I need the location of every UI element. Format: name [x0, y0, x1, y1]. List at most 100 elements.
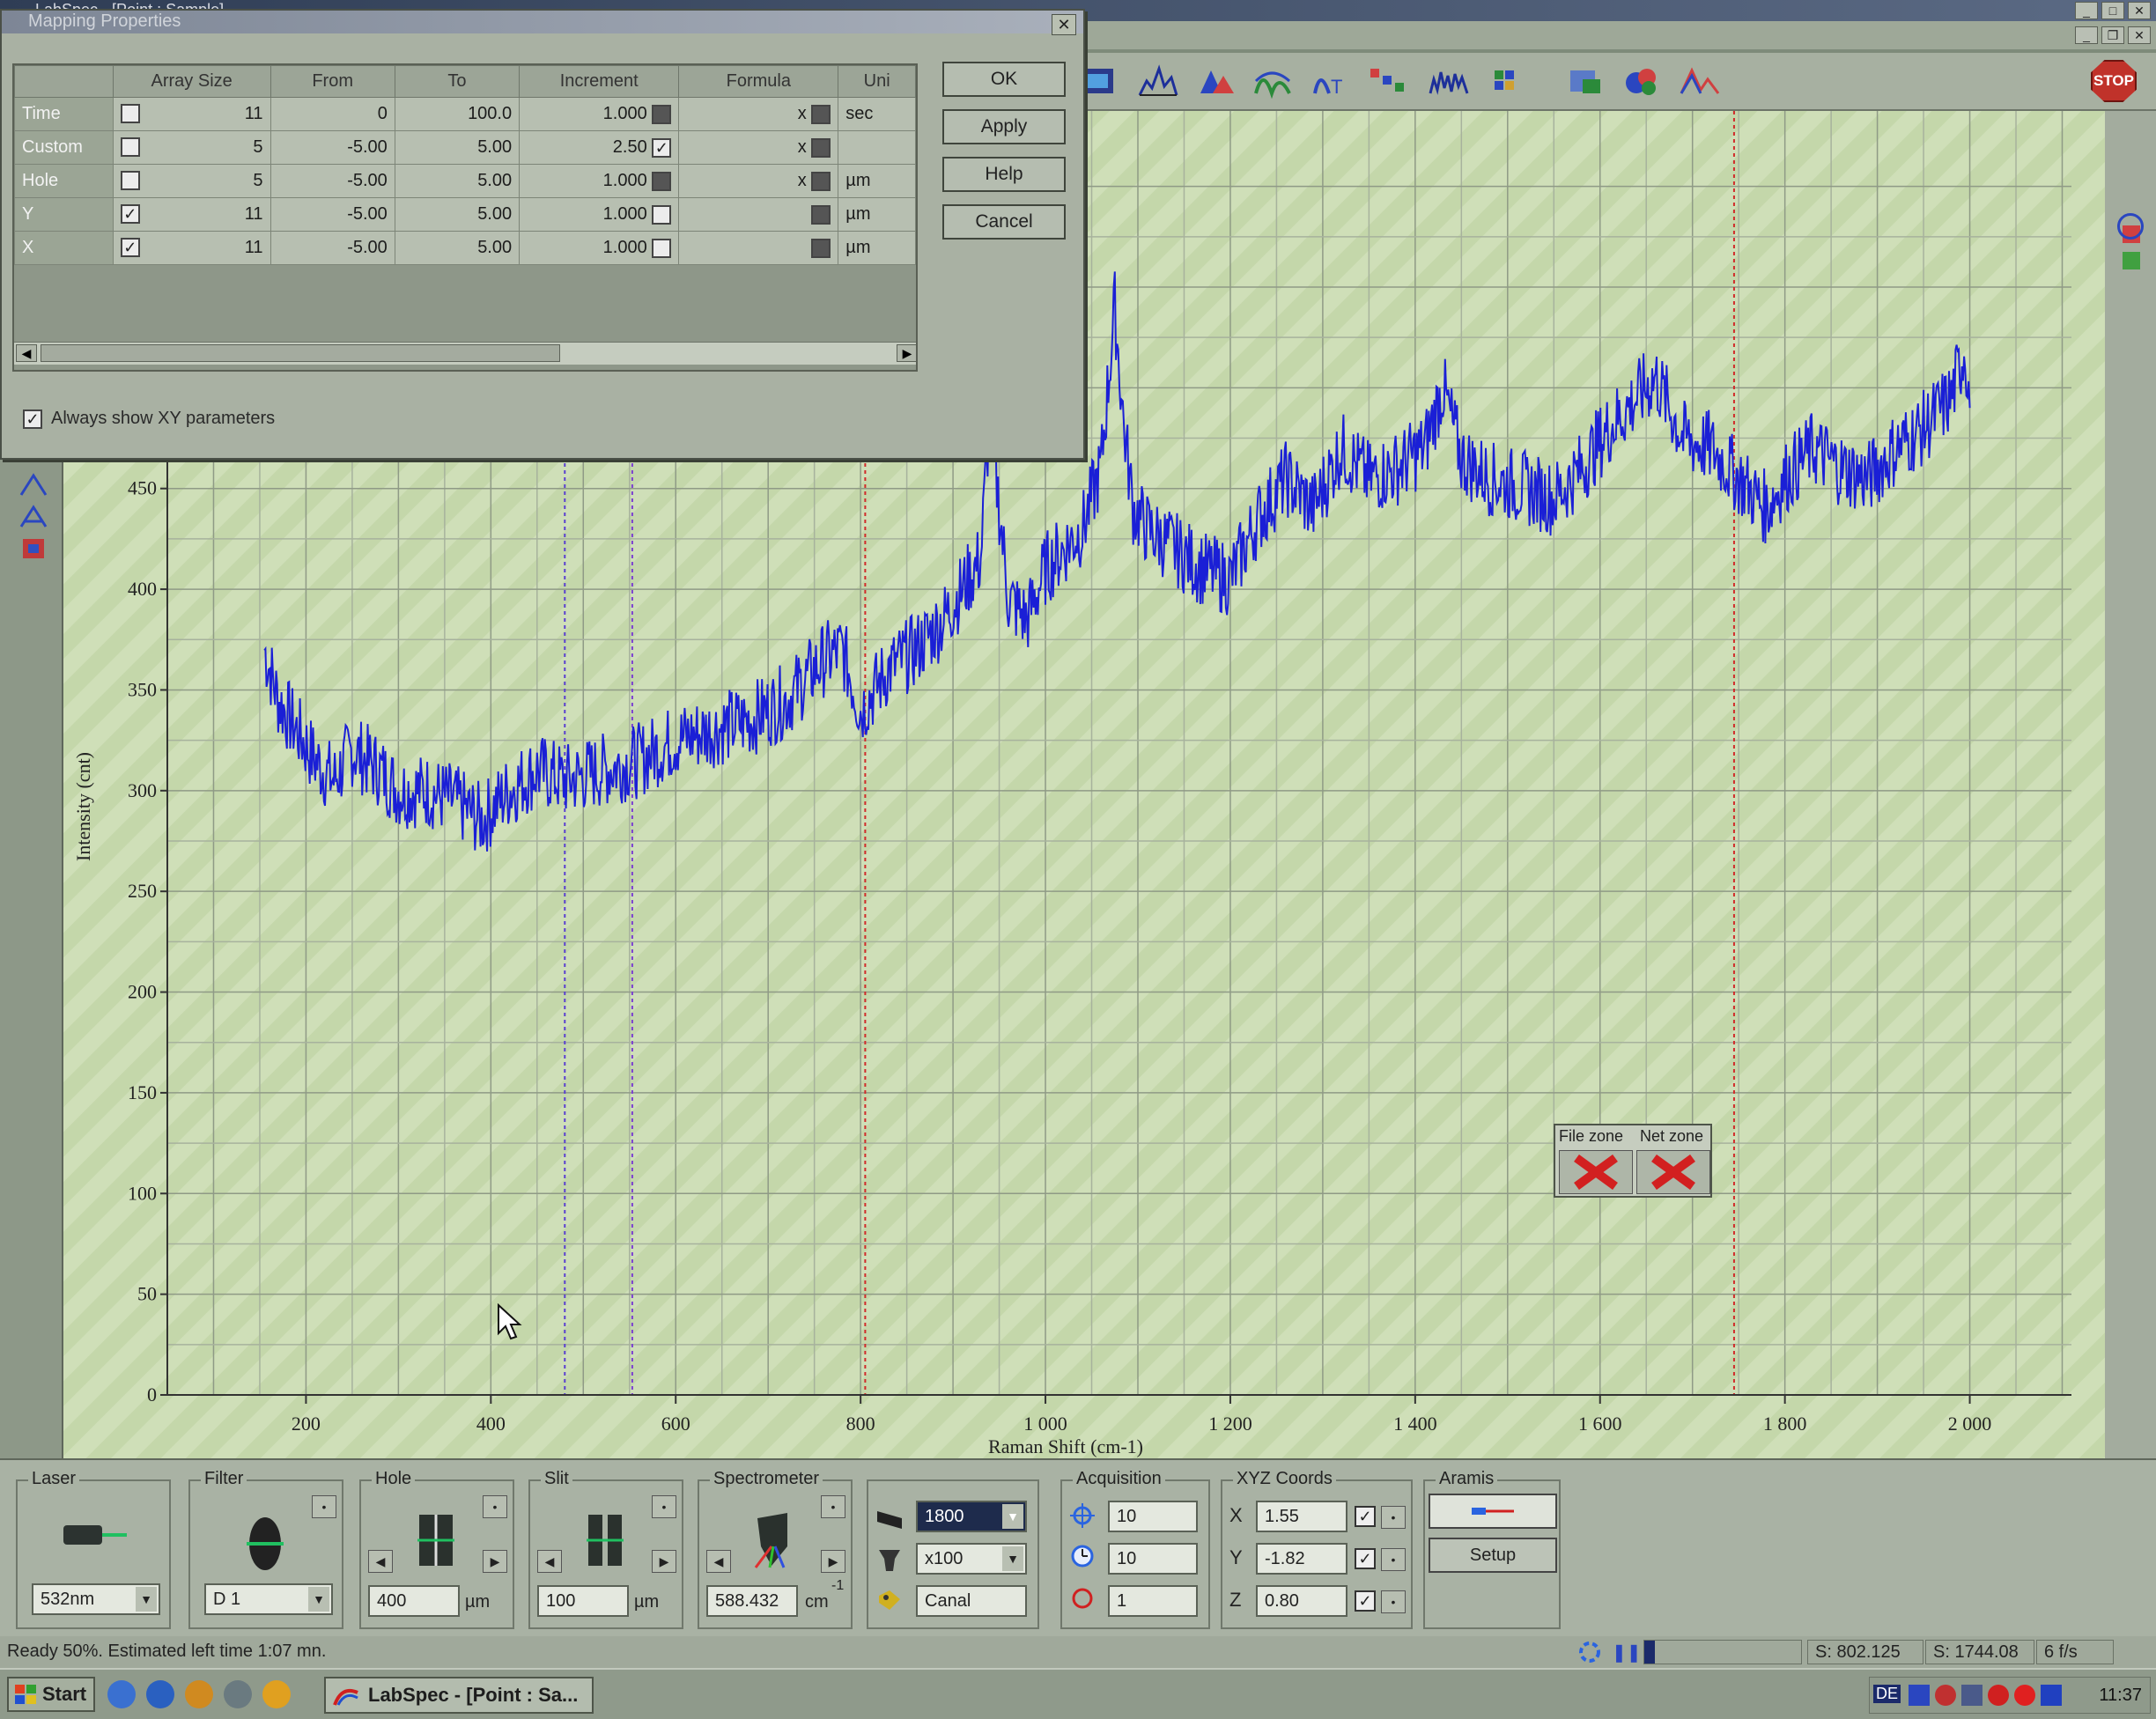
region-select-icon[interactable]	[19, 535, 48, 562]
filter-select[interactable]: D 1 ▼	[204, 1583, 333, 1615]
alert-tray-icon[interactable]	[2014, 1685, 2035, 1706]
media-player-icon[interactable]	[262, 1680, 291, 1708]
ok-button[interactable]: OK	[942, 62, 1066, 97]
z-coord-input[interactable]: 0.80	[1256, 1585, 1348, 1617]
increment-checkbox[interactable]	[652, 204, 672, 225]
formula-checkbox[interactable]	[811, 104, 831, 124]
spectrometer-increase-button[interactable]: ▶	[821, 1550, 845, 1573]
y-coord-settings-button[interactable]: •	[1381, 1548, 1406, 1571]
unit-cell[interactable]	[838, 130, 916, 165]
stop-button[interactable]: STOP	[2091, 60, 2137, 102]
mapping-row-time[interactable]: Time 11 0 100.0 1.000 x sec	[14, 97, 916, 131]
increment-checkbox[interactable]	[652, 104, 672, 124]
file-zone-button[interactable]	[1559, 1150, 1633, 1194]
desktop-icon[interactable]	[146, 1680, 174, 1708]
row-enable-checkbox[interactable]	[120, 171, 140, 190]
y-coord-checkbox[interactable]: ✓	[1355, 1548, 1376, 1569]
taskbar-labspec-item[interactable]: LabSpec - [Point : Sa...	[324, 1677, 594, 1714]
scroll-right-button[interactable]: ▶	[897, 344, 916, 362]
network-tray-icon[interactable]	[1909, 1685, 1930, 1706]
x-coord-checkbox[interactable]: ✓	[1355, 1506, 1376, 1527]
slit-settings-button[interactable]: •	[652, 1495, 676, 1518]
peak-fit-icon[interactable]	[1193, 62, 1237, 100]
close-window-button[interactable]: ✕	[2128, 2, 2151, 19]
increment-checkbox[interactable]	[652, 238, 672, 258]
slit-input[interactable]: 100	[537, 1585, 629, 1617]
hole-decrease-button[interactable]: ◀	[368, 1550, 393, 1573]
multi-peak-icon[interactable]	[1251, 62, 1295, 100]
start-button[interactable]: Start	[7, 1677, 95, 1712]
acquisition-count-input[interactable]: 1	[1108, 1585, 1198, 1617]
cancel-button[interactable]: Cancel	[942, 204, 1066, 240]
zoom-peak-icon[interactable]	[19, 504, 48, 530]
unit-cell[interactable]: µm	[838, 197, 916, 232]
security-tray-icon[interactable]	[1935, 1685, 1956, 1706]
scroll-thumb[interactable]	[41, 344, 560, 362]
objective-select[interactable]: x100 ▼	[916, 1543, 1027, 1575]
acquisition-time-input[interactable]: 10	[1108, 1501, 1198, 1532]
doc-close-button[interactable]: ✕	[2128, 26, 2151, 44]
to-cell[interactable]: 5.00	[394, 197, 521, 232]
noise-icon[interactable]	[1427, 62, 1471, 100]
array-size-cell[interactable]: 11	[245, 104, 263, 123]
scroll-left-button[interactable]: ◀	[16, 344, 37, 362]
pause-icon[interactable]: ❚❚	[1612, 1642, 1642, 1664]
hole-settings-button[interactable]: •	[483, 1495, 507, 1518]
outlook-icon[interactable]	[185, 1680, 213, 1708]
increment-cell[interactable]: 2.50	[613, 137, 647, 157]
spectrum-peak-icon[interactable]	[1136, 62, 1180, 100]
chevron-down-icon[interactable]: ▼	[1002, 1504, 1023, 1529]
to-cell[interactable]: 5.00	[394, 164, 521, 198]
hole-input[interactable]: 400	[368, 1585, 460, 1617]
row-enable-checkbox[interactable]: ✓	[120, 238, 140, 257]
formula-checkbox[interactable]	[811, 238, 831, 258]
acquisition-accum-input[interactable]: 10	[1108, 1543, 1198, 1575]
minimize-button[interactable]: _	[2075, 2, 2098, 19]
x-coord-input[interactable]: 1.55	[1256, 1501, 1348, 1532]
target-icon[interactable]	[2117, 213, 2144, 240]
filter-settings-button[interactable]: •	[312, 1495, 336, 1518]
z-coord-checkbox[interactable]: ✓	[1355, 1590, 1376, 1612]
spectrometer-settings-button[interactable]: •	[821, 1495, 845, 1518]
spectrometer-input[interactable]: 588.432	[706, 1585, 798, 1617]
mapping-row-y[interactable]: Y ✓ 11 -5.00 5.00 1.000 µm	[14, 197, 916, 232]
formula-checkbox[interactable]	[811, 137, 831, 158]
from-cell[interactable]: -5.00	[270, 197, 395, 232]
x-coord-settings-button[interactable]: •	[1381, 1506, 1406, 1529]
export-icon[interactable]	[1563, 62, 1607, 100]
formula-cell[interactable]: x	[798, 137, 807, 157]
aramis-laser-button[interactable]	[1429, 1494, 1557, 1529]
chevron-down-icon[interactable]: ▼	[136, 1587, 157, 1612]
dialog-close-button[interactable]: ✕	[1052, 14, 1076, 35]
help-button[interactable]: Help	[942, 157, 1066, 192]
grid-horizontal-scrollbar[interactable]: ◀ ▶	[14, 342, 916, 365]
row-enable-checkbox[interactable]	[120, 104, 140, 123]
doc-restore-button[interactable]: ❐	[2101, 26, 2124, 44]
language-indicator[interactable]: DE	[1873, 1685, 1901, 1703]
y-coord-input[interactable]: -1.82	[1256, 1543, 1348, 1575]
unit-cell[interactable]: µm	[838, 231, 916, 265]
grid-map-icon[interactable]	[1484, 62, 1528, 100]
z-coord-settings-button[interactable]: •	[1381, 1590, 1406, 1613]
unit-cell[interactable]: µm	[838, 164, 916, 198]
to-cell[interactable]: 5.00	[394, 130, 521, 165]
spectrometer-decrease-button[interactable]: ◀	[706, 1550, 731, 1573]
to-cell[interactable]: 100.0	[394, 97, 521, 131]
array-size-cell[interactable]: 11	[245, 238, 263, 257]
ie-icon[interactable]	[107, 1680, 136, 1708]
chevron-down-icon[interactable]: ▼	[308, 1587, 329, 1612]
mapping-row-custom[interactable]: Custom 5 -5.00 5.00 2.50 ✓ x	[14, 130, 916, 165]
increment-cell[interactable]: 1.000	[603, 104, 647, 123]
overlay-icon[interactable]	[1678, 62, 1722, 100]
mapping-grid[interactable]: Array Size From To Increment Formula Uni…	[12, 63, 918, 372]
formula-cell[interactable]: x	[798, 104, 807, 123]
from-cell[interactable]: -5.00	[270, 164, 395, 198]
increment-cell[interactable]: 1.000	[603, 171, 647, 190]
slit-increase-button[interactable]: ▶	[652, 1550, 676, 1573]
increment-cell[interactable]: 1.000	[603, 238, 647, 257]
row-enable-checkbox[interactable]	[120, 137, 140, 157]
increment-checkbox[interactable]	[652, 171, 672, 191]
mapping-row-hole[interactable]: Hole 5 -5.00 5.00 1.000 x µm	[14, 164, 916, 198]
from-cell[interactable]: -5.00	[270, 130, 395, 165]
chevron-down-icon[interactable]: ▼	[1002, 1546, 1023, 1571]
